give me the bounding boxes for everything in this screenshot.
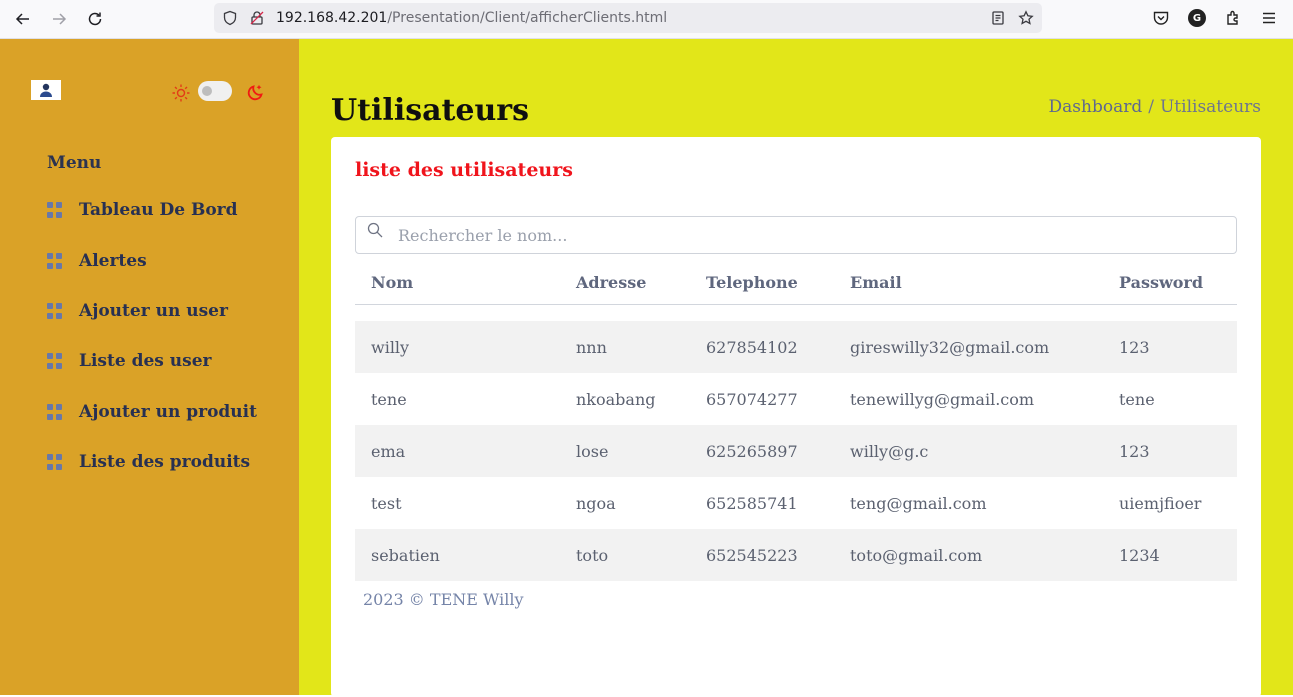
back-button[interactable]	[11, 7, 35, 31]
sidebar: Menu Tableau De Bord Alertes Ajouter un …	[0, 39, 299, 695]
url-path: /Presentation/Client/afficherClients.htm…	[387, 10, 668, 26]
search-box	[355, 216, 1237, 254]
breadcrumb-link-dashboard[interactable]: Dashboard	[1049, 97, 1143, 117]
users-card: liste des utilisateurs Nom Adresse Telep…	[331, 137, 1261, 697]
sidebar-item-label: Ajouter un produit	[79, 402, 257, 422]
table-spacer	[355, 305, 1237, 322]
reader-view-icon[interactable]	[990, 10, 1006, 26]
cell-telephone: 652585741	[690, 477, 834, 529]
cell-email: tenewillyg@gmail.com	[834, 373, 1103, 425]
cell-password: 123	[1103, 425, 1237, 477]
cell-adresse: ngoa	[560, 477, 690, 529]
browser-toolbar: 192.168.42.201/Presentation/Client/affic…	[0, 0, 1293, 39]
table-row[interactable]: willy nnn 627854102 gireswilly32@gmail.c…	[355, 321, 1237, 373]
bookmark-star-icon[interactable]	[1018, 10, 1034, 26]
cell-password: uiemjfioer	[1103, 477, 1237, 529]
menu-title: Menu	[47, 153, 102, 173]
cell-telephone: 625265897	[690, 425, 834, 477]
extensions-icon[interactable]	[1224, 9, 1242, 27]
sidebar-item-ajouter-produit[interactable]: Ajouter un produit	[47, 400, 257, 424]
arrow-right-icon	[53, 13, 67, 25]
url-text[interactable]: 192.168.42.201/Presentation/Client/affic…	[276, 10, 667, 26]
table-row[interactable]: sebatien toto 652545223 toto@gmail.com 1…	[355, 529, 1237, 581]
cell-adresse: lose	[560, 425, 690, 477]
users-table: Nom Adresse Telephone Email Password wil…	[355, 260, 1237, 581]
column-header-password[interactable]: Password	[1103, 260, 1237, 305]
sidebar-item-label: Alertes	[79, 251, 147, 271]
pocket-icon[interactable]	[1152, 9, 1170, 27]
footer-copyright: 2023 © TENE Willy	[363, 590, 524, 609]
forward-button[interactable]	[47, 7, 71, 31]
grid-icon	[47, 404, 63, 420]
cell-password: 123	[1103, 321, 1237, 373]
cell-nom: ema	[355, 425, 560, 477]
sun-icon[interactable]	[171, 83, 191, 103]
cell-nom: tene	[355, 373, 560, 425]
table-row[interactable]: ema lose 625265897 willy@g.c 123	[355, 425, 1237, 477]
page-title: Utilisateurs	[331, 93, 529, 128]
search-input[interactable]	[396, 219, 1220, 251]
reload-icon	[88, 12, 102, 26]
grid-icon	[47, 303, 63, 319]
cell-password: 1234	[1103, 529, 1237, 581]
grid-icon	[47, 202, 63, 218]
insecure-lock-icon[interactable]	[249, 10, 265, 26]
column-header-nom[interactable]: Nom	[355, 260, 560, 305]
reload-button[interactable]	[83, 7, 107, 31]
table-row[interactable]: tene nkoabang 657074277 tenewillyg@gmail…	[355, 373, 1237, 425]
cell-email: willy@g.c	[834, 425, 1103, 477]
cell-email: gireswilly32@gmail.com	[834, 321, 1103, 373]
cell-telephone: 627854102	[690, 321, 834, 373]
toggle-knob	[202, 86, 212, 96]
search-icon	[367, 222, 383, 238]
shield-icon[interactable]	[222, 10, 238, 26]
column-header-adresse[interactable]: Adresse	[560, 260, 690, 305]
column-header-email[interactable]: Email	[834, 260, 1103, 305]
card-title: liste des utilisateurs	[355, 159, 573, 181]
cell-adresse: toto	[560, 529, 690, 581]
user-logo[interactable]	[31, 80, 61, 100]
moon-icon[interactable]	[246, 82, 266, 102]
sidebar-item-liste-user[interactable]: Liste des user	[47, 349, 211, 373]
account-avatar[interactable]: G	[1188, 9, 1206, 27]
column-header-telephone[interactable]: Telephone	[690, 260, 834, 305]
grid-icon	[47, 454, 63, 470]
cell-password: tene	[1103, 373, 1237, 425]
url-bar[interactable]: 192.168.42.201/Presentation/Client/affic…	[214, 3, 1042, 33]
sidebar-item-ajouter-user[interactable]: Ajouter un user	[47, 299, 228, 323]
cell-email: toto@gmail.com	[834, 529, 1103, 581]
grid-icon	[47, 253, 63, 269]
cell-telephone: 652545223	[690, 529, 834, 581]
hamburger-menu-icon[interactable]	[1260, 9, 1278, 27]
sidebar-item-label: Ajouter un user	[79, 301, 228, 321]
table-row[interactable]: test ngoa 652585741 teng@gmail.com uiemj…	[355, 477, 1237, 529]
sidebar-item-alertes[interactable]: Alertes	[47, 249, 147, 273]
user-avatar-icon	[40, 83, 52, 97]
cell-nom: willy	[355, 321, 560, 373]
sidebar-item-liste-produits[interactable]: Liste des produits	[47, 450, 250, 474]
sidebar-item-label: Liste des produits	[79, 452, 251, 472]
cell-email: teng@gmail.com	[834, 477, 1103, 529]
sidebar-item-tableau-de-bord[interactable]: Tableau De Bord	[47, 198, 238, 222]
table-header-row: Nom Adresse Telephone Email Password	[355, 260, 1237, 305]
cell-nom: sebatien	[355, 529, 560, 581]
cell-adresse: nkoabang	[560, 373, 690, 425]
sidebar-item-label: Liste des user	[79, 351, 212, 371]
url-host: 192.168.42.201	[276, 10, 388, 26]
main-content: Utilisateurs Dashboard / Utilisateurs list…	[299, 39, 1293, 697]
cell-telephone: 657074277	[690, 373, 834, 425]
grid-icon	[47, 353, 63, 369]
breadcrumb-current: Utilisateurs	[1159, 97, 1261, 117]
breadcrumb: Dashboard / Utilisateurs	[1049, 97, 1261, 117]
cell-adresse: nnn	[560, 321, 690, 373]
cell-nom: test	[355, 477, 560, 529]
breadcrumb-separator: /	[1148, 97, 1154, 117]
arrow-left-icon	[15, 13, 29, 25]
sidebar-item-label: Tableau De Bord	[79, 200, 238, 220]
theme-toggle[interactable]	[198, 81, 232, 101]
